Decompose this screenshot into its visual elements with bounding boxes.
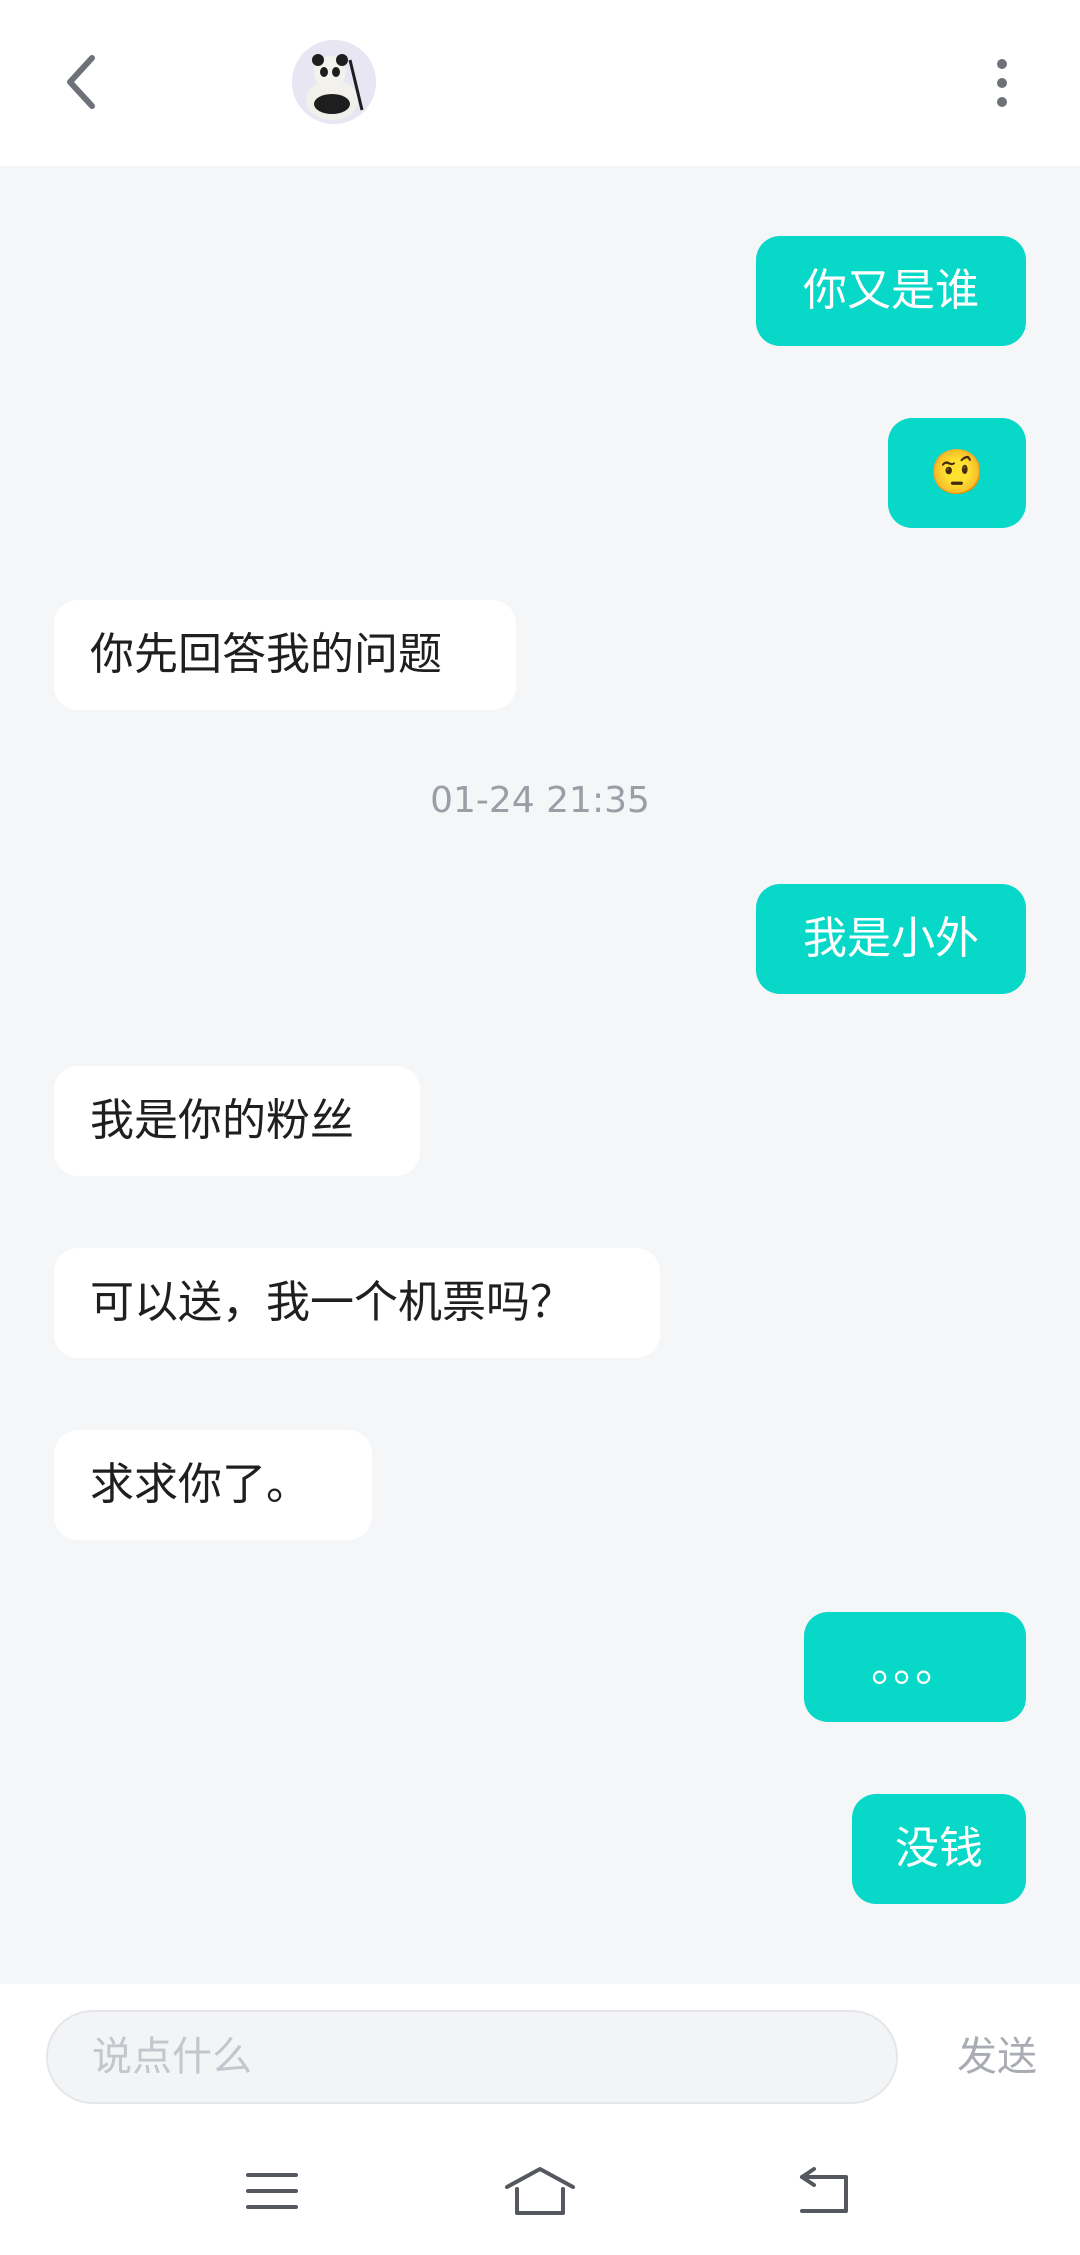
message-text: 我是小外 [803, 913, 979, 964]
back-icon [800, 2167, 848, 2213]
more-button[interactable] [972, 50, 1032, 116]
message-text: 没钱 [895, 1823, 983, 1874]
message-bubble-outgoing[interactable]: 没钱 [852, 1794, 1026, 1904]
message-input[interactable]: 说点什么 [46, 2010, 898, 2104]
raised-eyebrow-emoji: 🤨 [929, 447, 985, 498]
message-bubble-outgoing[interactable]: 🤨 [888, 418, 1026, 528]
menu-icon [246, 2173, 298, 2209]
avatar[interactable] [292, 40, 376, 124]
menu-button[interactable] [232, 2156, 312, 2226]
back-nav-button[interactable] [784, 2156, 864, 2226]
chevron-left-icon [67, 55, 95, 109]
chat-header [0, 0, 1080, 166]
message-bubble-incoming[interactable]: 可以送，我一个机票吗？ [54, 1248, 660, 1358]
message-bubble-incoming[interactable]: 我是你的粉丝 [54, 1066, 420, 1176]
home-button[interactable] [500, 2156, 580, 2226]
message-timestamp: 01-24 21:35 [430, 780, 650, 821]
message-text: 我是你的粉丝 [90, 1095, 354, 1146]
message-text: 你又是谁 [803, 265, 979, 316]
panda-avatar-image [292, 40, 376, 124]
message-list[interactable]: 你又是谁 🤨 你先回答我的问题 01-24 21:35 我是小外 我是你的粉丝 … [0, 166, 1080, 1984]
message-bubble-outgoing[interactable]: 我是小外 [756, 884, 1026, 994]
more-vertical-icon [997, 59, 1007, 107]
message-text: 可以送，我一个机票吗？ [90, 1277, 574, 1328]
chat-screen: 你又是谁 🤨 你先回答我的问题 01-24 21:35 我是小外 我是你的粉丝 … [0, 0, 1080, 2255]
back-button[interactable] [48, 44, 112, 120]
composer-bar: 说点什么 发送 [0, 1984, 1080, 2132]
message-bubble-outgoing[interactable]: 你又是谁 [756, 236, 1026, 346]
message-text: 你先回答我的问题 [90, 629, 442, 680]
message-bubble-incoming[interactable]: 你先回答我的问题 [54, 600, 516, 710]
message-bubble-incoming[interactable]: 求求你了。 [54, 1430, 372, 1540]
home-icon [505, 2167, 575, 2215]
message-bubble-outgoing[interactable]: 。。。 [804, 1612, 1026, 1722]
system-navigation-bar [0, 2132, 1080, 2255]
message-text: 。。。 [871, 1641, 959, 1692]
message-text: 求求你了。 [90, 1459, 310, 1510]
send-button[interactable]: 发送 [942, 2010, 1052, 2104]
